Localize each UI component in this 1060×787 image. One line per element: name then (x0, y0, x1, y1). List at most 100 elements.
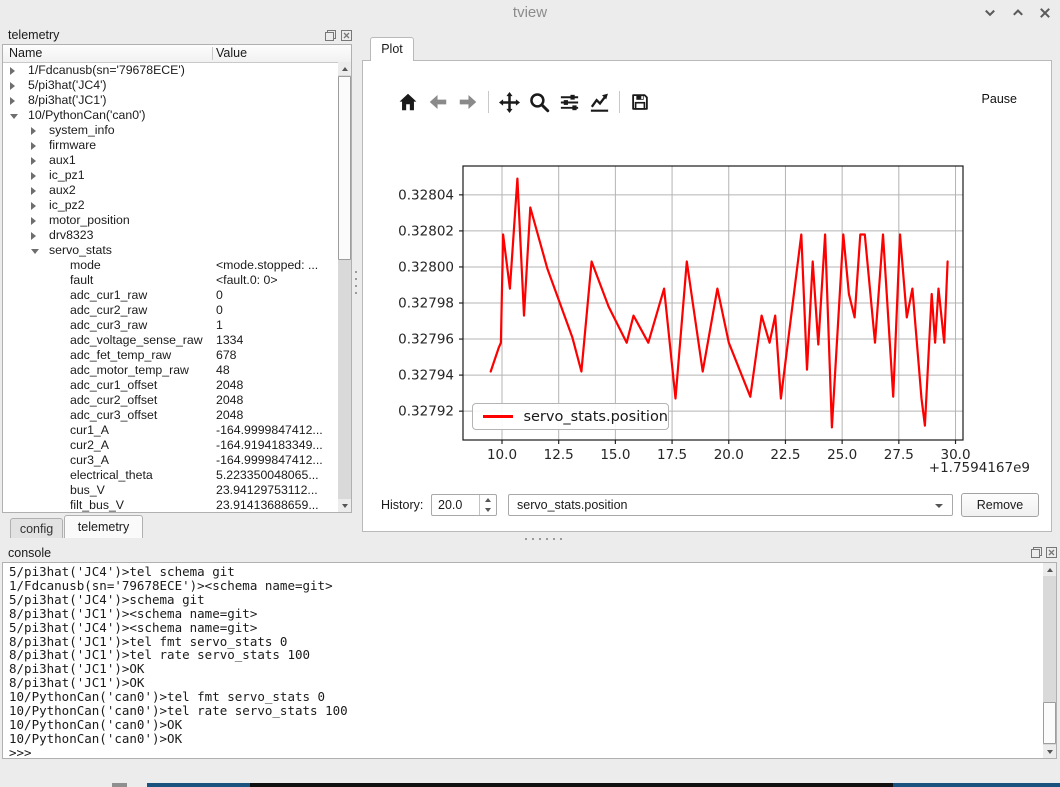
tree-row[interactable]: 10/PythonCan('can0') (3, 108, 338, 123)
forward-button[interactable] (453, 88, 483, 116)
spin-up-icon[interactable] (480, 495, 496, 505)
svg-text:0.32796: 0.32796 (398, 332, 454, 348)
zoom-button[interactable] (524, 88, 554, 116)
home-icon (397, 91, 419, 113)
tree-row[interactable]: ic_pz1 (3, 168, 338, 183)
back-button[interactable] (423, 88, 453, 116)
tab-config[interactable]: config (10, 518, 63, 538)
expander-expanded-icon[interactable] (10, 114, 18, 119)
scroll-down-icon[interactable] (1043, 745, 1056, 758)
pan-button[interactable] (494, 88, 524, 116)
tree-row[interactable]: motor_position (3, 213, 338, 228)
tree-row[interactable]: adc_fet_temp_raw678 (3, 348, 338, 363)
console-scrollbar[interactable] (1043, 563, 1056, 758)
tree-row[interactable]: adc_cur2_offset2048 (3, 393, 338, 408)
svg-text:0.32800: 0.32800 (398, 259, 454, 275)
chevron-down-icon (984, 7, 996, 19)
home-button[interactable] (393, 88, 423, 116)
console-line: 8/pi3hat('JC1')>OK (9, 676, 1040, 690)
tree-header-name[interactable]: Name (9, 46, 42, 60)
expander-expanded-icon[interactable] (31, 249, 39, 254)
tree-row[interactable]: aux2 (3, 183, 338, 198)
tree-row[interactable]: drv8323 (3, 228, 338, 243)
scroll-up-icon[interactable] (1043, 563, 1056, 576)
expander-collapsed-icon[interactable] (31, 217, 36, 225)
expander-collapsed-icon[interactable] (31, 142, 36, 150)
close-icon (1045, 546, 1058, 559)
tree-row[interactable]: aux1 (3, 153, 338, 168)
tree-row[interactable]: firmware (3, 138, 338, 153)
window-maximize-button[interactable] (1012, 7, 1026, 19)
tree-header-value[interactable]: Value (216, 46, 247, 60)
console-line: 8/pi3hat('JC1')><schema name=git> (9, 607, 1040, 621)
pan-icon (498, 91, 521, 114)
remove-button[interactable]: Remove (961, 493, 1039, 517)
svg-text:25.0: 25.0 (827, 447, 857, 463)
svg-text:27.5: 27.5 (884, 447, 914, 463)
console-dock-close-button[interactable] (1045, 546, 1058, 559)
expander-collapsed-icon[interactable] (31, 232, 36, 240)
pause-button[interactable]: Pause (982, 92, 1017, 106)
column-divider[interactable] (212, 47, 213, 60)
save-button[interactable] (625, 88, 655, 116)
tree-row[interactable]: system_info (3, 123, 338, 138)
tree-item-name: adc_cur3_offset (70, 408, 157, 422)
tree-row[interactable]: adc_motor_temp_raw48 (3, 363, 338, 378)
tree-item-value: <fault.0: 0> (216, 273, 278, 287)
telemetry-dock-float-button[interactable] (324, 29, 337, 42)
expander-collapsed-icon[interactable] (31, 187, 36, 195)
tab-telemetry[interactable]: telemetry (64, 515, 143, 538)
close-icon (340, 29, 353, 42)
console-output[interactable]: 5/pi3hat('JC4')>tel schema git1/Fdcanusb… (2, 562, 1057, 759)
scrollbar-thumb[interactable] (338, 76, 351, 260)
expander-collapsed-icon[interactable] (10, 97, 15, 105)
tree-row[interactable]: adc_voltage_sense_raw1334 (3, 333, 338, 348)
scroll-up-icon[interactable] (338, 62, 351, 75)
tree-item-value: 23.91413688659... (216, 498, 319, 512)
tree-row[interactable]: 8/pi3hat('JC1') (3, 93, 338, 108)
tab-plot[interactable]: Plot (370, 37, 414, 61)
series-combobox-value: servo_stats.position (517, 498, 627, 512)
tree-row[interactable]: cur1_A-164.9999847412... (3, 423, 338, 438)
tree-row[interactable]: adc_cur3_raw1 (3, 318, 338, 333)
edit-axes-button[interactable] (584, 88, 614, 116)
tree-row[interactable]: 5/pi3hat('JC4') (3, 78, 338, 93)
expander-collapsed-icon[interactable] (31, 157, 36, 165)
expander-collapsed-icon[interactable] (10, 67, 15, 75)
tree-scrollbar[interactable] (338, 62, 351, 512)
window-close-button[interactable] (1039, 7, 1053, 19)
tree-row[interactable]: cur3_A-164.9999847412... (3, 453, 338, 468)
tree-row[interactable]: mode<mode.stopped: ... (3, 258, 338, 273)
tree-row[interactable]: bus_V23.94129753112... (3, 483, 338, 498)
expander-collapsed-icon[interactable] (10, 82, 15, 90)
console-dock-float-button[interactable] (1030, 546, 1043, 559)
series-combobox[interactable]: servo_stats.position (508, 494, 953, 516)
vertical-splitter-handle[interactable] (355, 271, 358, 299)
tree-item-name: cur2_A (70, 438, 109, 452)
tree-row[interactable]: adc_cur3_offset2048 (3, 408, 338, 423)
window-minimize-button[interactable] (984, 7, 998, 19)
expander-collapsed-icon[interactable] (31, 172, 36, 180)
tree-row[interactable]: servo_stats (3, 243, 338, 258)
history-spinbox[interactable]: 20.0 (431, 494, 497, 516)
tree-row[interactable]: adc_cur1_raw0 (3, 288, 338, 303)
tree-row[interactable]: fault<fault.0: 0> (3, 273, 338, 288)
tree-row[interactable]: filt_bus_V23.91413688659... (3, 498, 338, 512)
telemetry-dock-close-button[interactable] (340, 29, 353, 42)
horizontal-splitter-handle[interactable] (525, 538, 567, 541)
spin-down-icon[interactable] (480, 505, 496, 515)
tree-row[interactable]: ic_pz2 (3, 198, 338, 213)
expander-collapsed-icon[interactable] (31, 202, 36, 210)
tree-row[interactable]: 1/Fdcanusb(sn='79678ECE') (3, 63, 338, 78)
expander-collapsed-icon[interactable] (31, 127, 36, 135)
plot-canvas[interactable]: 10.012.515.017.520.022.525.027.530.00.32… (386, 123, 1031, 480)
console-line: 5/pi3hat('JC4')><schema name=git> (9, 621, 1040, 635)
history-value[interactable]: 20.0 (438, 498, 462, 512)
scrollbar-thumb[interactable] (1043, 702, 1056, 744)
scroll-down-icon[interactable] (338, 499, 351, 512)
tree-row[interactable]: cur2_A-164.9194183349... (3, 438, 338, 453)
configure-subplots-button[interactable] (554, 88, 584, 116)
tree-row[interactable]: electrical_theta5.223350048065... (3, 468, 338, 483)
tree-row[interactable]: adc_cur1_offset2048 (3, 378, 338, 393)
tree-row[interactable]: adc_cur2_raw0 (3, 303, 338, 318)
